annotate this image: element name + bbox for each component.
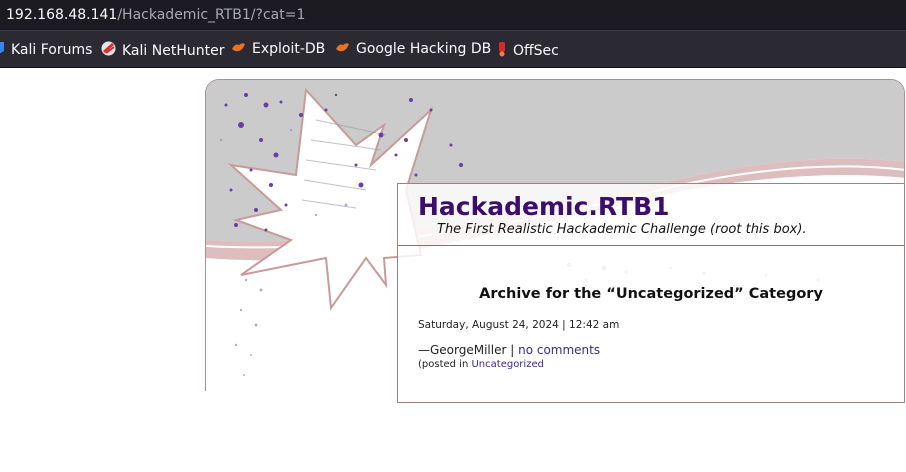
site-title[interactable]: Hackademic.RTB1: [418, 192, 670, 221]
url-text[interactable]: 192.168.48.141/Hackademic_RTB1/?cat=1: [6, 7, 305, 23]
ghdb-icon: [335, 41, 350, 57]
nethunter-icon: [101, 41, 116, 60]
bookmark-label: Kali NetHunter: [122, 42, 225, 59]
kali-forums-icon: [0, 41, 5, 59]
bookmark-label: Exploit-DB: [252, 41, 326, 57]
bookmark-kali-nethunter[interactable]: Kali NetHunter: [101, 41, 224, 60]
offsec-icon: [497, 41, 507, 61]
post-date: Saturday, August 24, 2024 | 12:42 am: [418, 319, 620, 331]
post-author: —GeorgeMiller |: [418, 343, 519, 357]
category-link[interactable]: Uncategorized: [471, 359, 543, 370]
exploit-db-icon: [231, 41, 246, 57]
bookmark-exploit-db[interactable]: Exploit-DB: [231, 41, 325, 57]
comments-link[interactable]: no comments: [518, 343, 600, 357]
archive-heading: Archive for the “Uncategorized” Category: [479, 286, 823, 302]
bookmark-kali-forums[interactable]: Kali Forums: [0, 41, 92, 59]
bookmarks-toolbar: Kali Forums Kali NetHunter Exploit-DB Go…: [0, 31, 906, 68]
content-panel: Hackademic.RTB1 The First Realistic Hack…: [397, 183, 905, 403]
url-host: 192.168.48.141: [6, 7, 118, 23]
site-tagline: The First Realistic Hackademic Challenge…: [437, 222, 807, 237]
post-category-line: (posted in Uncategorized: [418, 359, 544, 370]
bookmark-offsec[interactable]: OffSec: [497, 41, 559, 61]
posted-in-label: (posted in: [418, 359, 472, 370]
bookmark-google-hacking-db[interactable]: Google Hacking DB: [335, 41, 491, 57]
post-byline: —GeorgeMiller | no comments: [418, 343, 600, 357]
bookmark-label: Google Hacking DB: [356, 41, 492, 57]
bookmark-label: OffSec: [513, 43, 559, 59]
bookmark-label: Kali Forums: [11, 42, 93, 58]
url-path: /Hackademic_RTB1/?cat=1: [117, 7, 306, 23]
address-bar[interactable]: 192.168.48.141/Hackademic_RTB1/?cat=1: [0, 0, 906, 31]
title-divider: [398, 245, 904, 246]
